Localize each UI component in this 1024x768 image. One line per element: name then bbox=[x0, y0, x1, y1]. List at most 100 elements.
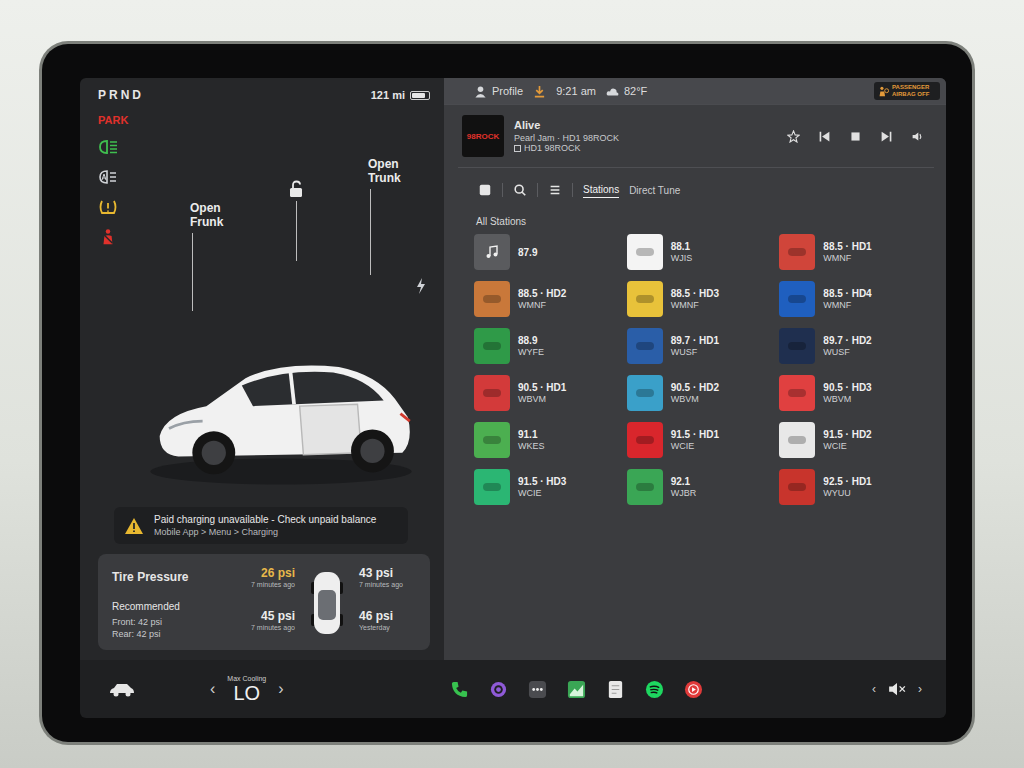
tire-reading: 26 psi7 minutes ago bbox=[236, 566, 295, 588]
station-logo[interactable] bbox=[474, 234, 510, 270]
station-item[interactable]: 91.5 · HD3WCIE bbox=[474, 468, 621, 506]
profile-button[interactable]: Profile bbox=[474, 85, 523, 98]
logo-mark bbox=[636, 389, 654, 397]
charge-port-icon[interactable] bbox=[416, 278, 426, 294]
station-logo[interactable] bbox=[474, 422, 510, 458]
battery-icon bbox=[410, 91, 430, 100]
song-title: Alive bbox=[514, 119, 777, 131]
station-logo[interactable] bbox=[474, 469, 510, 505]
previous-icon[interactable] bbox=[818, 130, 831, 143]
station-logo[interactable] bbox=[627, 422, 663, 458]
stop-icon[interactable] bbox=[849, 130, 862, 143]
station-item[interactable]: 88.5 · HD1WMNF bbox=[779, 233, 926, 271]
tire-time: 7 minutes ago bbox=[359, 581, 418, 588]
logo-mark bbox=[788, 483, 806, 491]
tire-psi: 43 psi bbox=[359, 566, 418, 580]
station-logo[interactable] bbox=[627, 234, 663, 270]
media-panel: Profile9:21 am 82°FPASSENGER AIRBAG OFF9… bbox=[444, 78, 946, 660]
station-text: 88.9WYFE bbox=[518, 335, 544, 357]
station-text: 92.5 · HD1WYUU bbox=[823, 476, 871, 498]
energy-icon[interactable] bbox=[567, 680, 586, 699]
station-item[interactable]: 91.5 · HD1WCIE bbox=[627, 421, 774, 459]
station-logo[interactable] bbox=[779, 234, 815, 270]
trunk-line bbox=[370, 189, 371, 275]
station-item[interactable]: 87.9 bbox=[474, 233, 621, 271]
station-logo[interactable] bbox=[474, 328, 510, 364]
vehicle-view: PARKOpen FrunkOpen Trunk bbox=[98, 102, 430, 507]
camera-icon[interactable] bbox=[489, 680, 508, 699]
station-item[interactable]: 89.7 · HD2WUSF bbox=[779, 327, 926, 365]
station-frequency: 91.5 · HD1 bbox=[671, 429, 719, 440]
climate-readout[interactable]: Max CoolingLO bbox=[227, 675, 266, 704]
station-logo[interactable] bbox=[779, 281, 815, 317]
station-frequency: 89.7 · HD2 bbox=[823, 335, 871, 346]
station-item[interactable]: 91.5 · HD2WCIE bbox=[779, 421, 926, 459]
station-item[interactable]: 88.1WJIS bbox=[627, 233, 774, 271]
next-icon[interactable] bbox=[880, 130, 893, 143]
audio-settings-icon[interactable] bbox=[911, 130, 924, 143]
station-frequency: 88.9 bbox=[518, 335, 544, 346]
spotify-icon[interactable] bbox=[645, 680, 664, 699]
download-icon[interactable] bbox=[533, 85, 546, 98]
speaker-icon[interactable] bbox=[888, 682, 906, 696]
station-call-sign: WBVM bbox=[518, 394, 566, 404]
notepad-icon[interactable] bbox=[606, 680, 625, 699]
phone-icon[interactable] bbox=[450, 680, 469, 699]
car-menu-icon[interactable] bbox=[108, 681, 136, 697]
media-player-icon[interactable] bbox=[684, 680, 703, 699]
station-logo[interactable] bbox=[627, 328, 663, 364]
station-frequency: 87.9 bbox=[518, 247, 537, 258]
temp-up-button[interactable]: › bbox=[278, 680, 283, 698]
station-call-sign: WUSF bbox=[823, 347, 871, 357]
station-logo[interactable] bbox=[779, 328, 815, 364]
star-icon[interactable] bbox=[787, 130, 800, 143]
search-icon[interactable] bbox=[513, 183, 527, 197]
volume-down-button[interactable]: ‹ bbox=[872, 682, 876, 696]
tire-pressure-warning-icon bbox=[98, 198, 118, 216]
station-logo[interactable] bbox=[474, 375, 510, 411]
volume-up-button[interactable]: › bbox=[918, 682, 922, 696]
station-item[interactable]: 92.1WJBR bbox=[627, 468, 774, 506]
open-frunk-button[interactable]: Open Frunk bbox=[190, 202, 250, 311]
temp-down-button[interactable]: ‹ bbox=[210, 680, 215, 698]
station-logo[interactable] bbox=[627, 375, 663, 411]
station-item[interactable]: 91.1WKES bbox=[474, 421, 621, 459]
station-logo[interactable] bbox=[627, 281, 663, 317]
station-text: 91.5 · HD3WCIE bbox=[518, 476, 566, 498]
station-logo[interactable] bbox=[474, 281, 510, 317]
queue-icon[interactable] bbox=[548, 183, 562, 197]
media-tab[interactable]: Stations bbox=[583, 182, 619, 198]
browse-icon[interactable] bbox=[478, 183, 492, 197]
station-call-sign: WMNF bbox=[823, 253, 871, 263]
station-text: 91.5 · HD1WCIE bbox=[671, 429, 719, 451]
car-area: Open Frunk Open Trunk bbox=[132, 102, 430, 507]
station-frequency: 90.5 · HD2 bbox=[671, 382, 719, 393]
recommended-pressure: RecommendedFront: 42 psiRear: 42 psi bbox=[112, 600, 230, 640]
tire-psi: 45 psi bbox=[236, 609, 295, 623]
station-item[interactable]: 90.5 · HD2WBVM bbox=[627, 374, 774, 412]
station-logo[interactable] bbox=[779, 422, 815, 458]
tire-psi: 46 psi bbox=[359, 609, 418, 623]
station-item[interactable]: 88.5 · HD4WMNF bbox=[779, 280, 926, 318]
lock-button[interactable] bbox=[288, 180, 304, 261]
station-call-sign: WCIE bbox=[518, 488, 566, 498]
unlock-icon[interactable] bbox=[288, 180, 304, 198]
station-logo[interactable] bbox=[779, 469, 815, 505]
media-tab[interactable]: Direct Tune bbox=[629, 183, 680, 198]
station-logo[interactable] bbox=[779, 375, 815, 411]
station-item[interactable]: 89.7 · HD1WUSF bbox=[627, 327, 774, 365]
station-item[interactable]: 90.5 · HD1WBVM bbox=[474, 374, 621, 412]
station-item[interactable]: 90.5 · HD3WBVM bbox=[779, 374, 926, 412]
station-item[interactable]: 88.5 · HD2WMNF bbox=[474, 280, 621, 318]
station-text: 90.5 · HD1WBVM bbox=[518, 382, 566, 404]
open-trunk-button[interactable]: Open Trunk bbox=[368, 158, 428, 275]
station-logo[interactable] bbox=[627, 469, 663, 505]
station-text: 88.1WJIS bbox=[671, 241, 693, 263]
more-apps-icon[interactable] bbox=[528, 680, 547, 699]
station-item[interactable]: 88.9WYFE bbox=[474, 327, 621, 365]
station-item[interactable]: 92.5 · HD1WYUU bbox=[779, 468, 926, 506]
station-item[interactable]: 88.5 · HD3WMNF bbox=[627, 280, 774, 318]
open-trunk-label[interactable]: Open Trunk bbox=[368, 158, 428, 186]
open-frunk-label[interactable]: Open Frunk bbox=[190, 202, 250, 230]
logo-mark bbox=[788, 248, 806, 256]
